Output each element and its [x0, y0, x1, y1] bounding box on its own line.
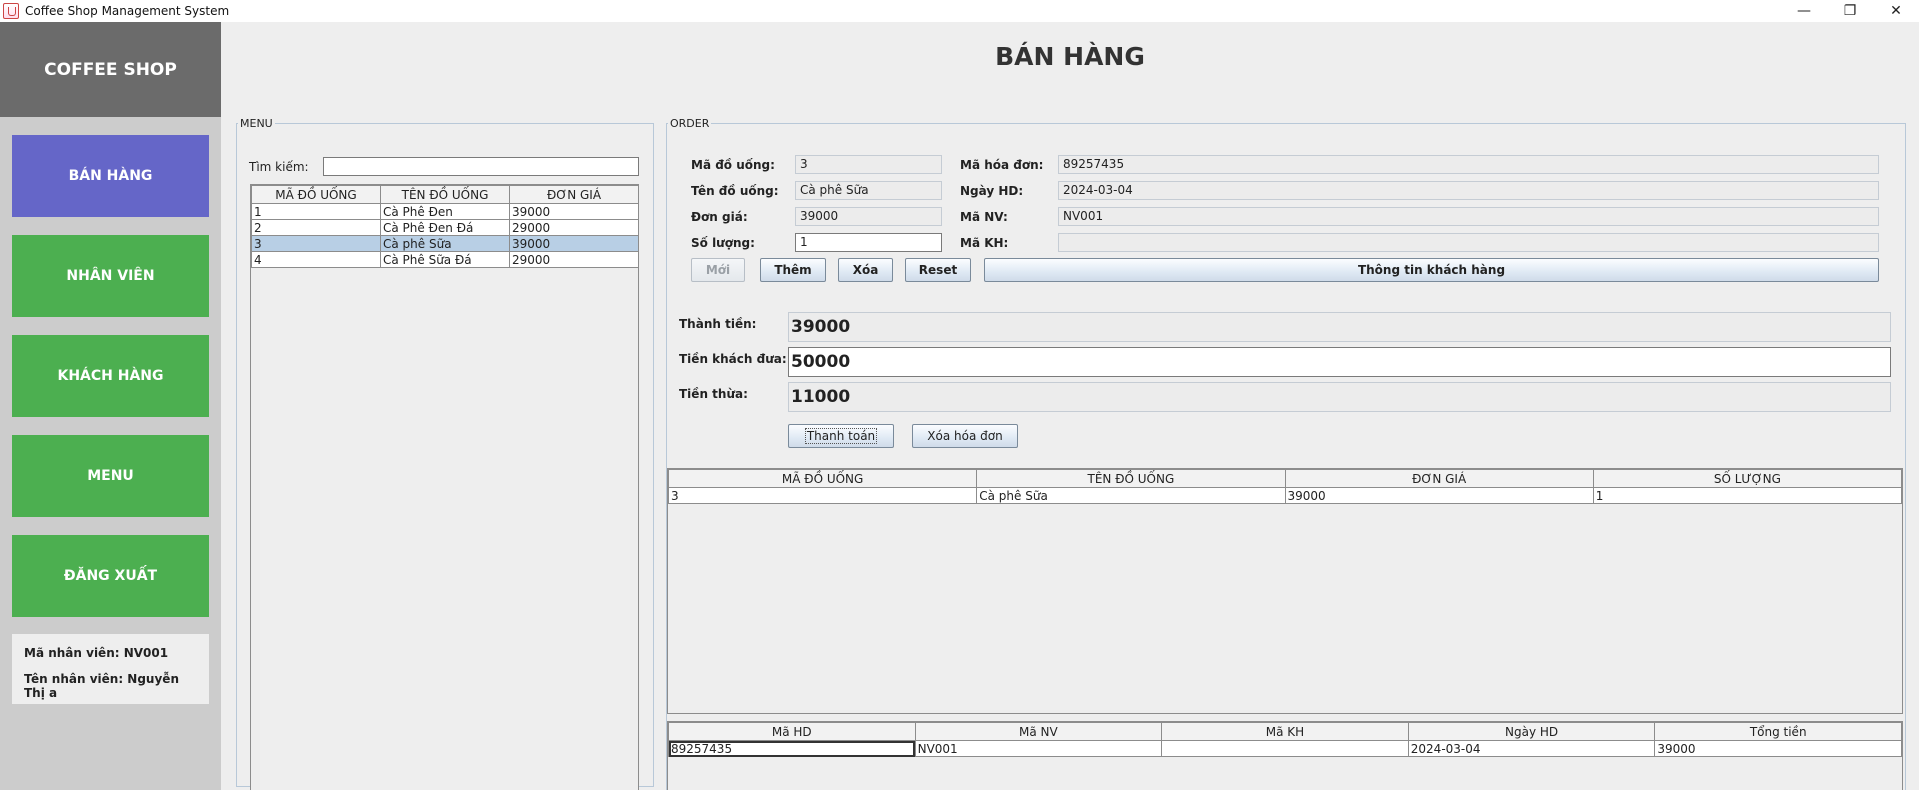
table-row-selected[interactable]: 3 Cà phê Sữa 39000 — [251, 235, 639, 252]
employee-id: Mã nhân viên: NV001 — [24, 646, 169, 660]
invoice-col-ma-hd[interactable]: Mã HD — [668, 722, 916, 741]
thong-tin-khach-hang-button[interactable]: Thông tin khách hàng — [984, 258, 1879, 282]
java-app-icon — [3, 3, 19, 19]
invoice-col-ma-nv[interactable]: Mã NV — [914, 722, 1163, 741]
invoice-table: Mã HD Mã NV Mã KH Ngày HD Tổng tiền 8925… — [667, 721, 1903, 790]
thanh-tien-field[interactable]: 39000 — [788, 312, 1891, 342]
table-row[interactable]: 4 Cà Phê Sữa Đá 29000 — [251, 251, 639, 268]
table-row[interactable]: 1 Cà Phê Đen 39000 — [251, 203, 639, 220]
ma-hoa-don-label: Mã hóa đơn: — [960, 158, 1044, 172]
don-gia-field[interactable]: 39000 — [795, 207, 942, 226]
moi-button[interactable]: Mới — [691, 258, 745, 282]
thanh-toan-button[interactable]: Thanh toán — [788, 424, 894, 448]
xoa-button[interactable]: Xóa — [838, 258, 893, 282]
ma-kh-label: Mã KH: — [960, 236, 1009, 250]
nav-dang-xuat-button[interactable]: ĐĂNG XUẤT — [12, 535, 209, 617]
invoice-col-tong-tien[interactable]: Tổng tiền — [1654, 722, 1902, 741]
window-controls: — ❐ ✕ — [1781, 0, 1919, 22]
table-row[interactable]: 2 Cà Phê Đen Đá 29000 — [251, 219, 639, 236]
tien-khach-dua-input[interactable]: 50000 — [788, 347, 1891, 377]
them-button[interactable]: Thêm — [760, 258, 826, 282]
employee-info-panel: Mã nhân viên: NV001 Tên nhân viên: Nguyễ… — [12, 634, 209, 704]
thanh-toan-label: Thanh toán — [804, 428, 878, 444]
menu-panel: MENU Tìm kiếm: MÃ ĐỒ UỐNG TÊN ĐỒ UỐNG ĐƠ… — [236, 117, 654, 790]
ma-do-uong-label: Mã đồ uống: — [691, 158, 775, 172]
minimize-icon[interactable]: — — [1781, 0, 1827, 22]
restore-icon[interactable]: ❐ — [1827, 0, 1873, 22]
ma-nv-label: Mã NV: — [960, 210, 1008, 224]
thanh-tien-label: Thành tiền: — [679, 317, 757, 331]
ma-nv-field[interactable]: NV001 — [1058, 207, 1879, 226]
search-label: Tìm kiếm: — [249, 160, 309, 174]
detail-col-gia[interactable]: ĐƠN GIÁ — [1284, 469, 1594, 488]
ten-do-uong-field[interactable]: Cà phê Sữa — [795, 181, 942, 200]
invoice-col-ma-kh[interactable]: Mã KH — [1161, 722, 1409, 741]
ten-do-uong-label: Tên đồ uống: — [691, 184, 779, 198]
brand-title: COFFEE SHOP — [0, 22, 221, 117]
order-legend: ORDER — [670, 117, 710, 130]
ma-hoa-don-field[interactable]: 89257435 — [1058, 155, 1879, 174]
ma-do-uong-field[interactable]: 3 — [795, 155, 942, 174]
nav-nhan-vien-button[interactable]: NHÂN VIÊN — [12, 235, 209, 317]
tien-thua-field[interactable]: 11000 — [788, 382, 1891, 412]
menu-legend: MENU — [240, 117, 273, 130]
detail-col-ten[interactable]: TÊN ĐỒ UỐNG — [976, 469, 1286, 488]
employee-name: Tên nhân viên: Nguyễn Thị a — [24, 672, 179, 700]
ma-kh-field[interactable] — [1058, 233, 1879, 252]
reset-button[interactable]: Reset — [905, 258, 971, 282]
table-row[interactable]: 89257435 NV001 2024-03-04 39000 — [668, 740, 1902, 757]
ngay-hd-label: Ngày HD: — [960, 184, 1024, 198]
search-input[interactable] — [323, 157, 639, 176]
invoice-col-ngay-hd[interactable]: Ngày HD — [1407, 722, 1656, 741]
tien-thua-label: Tiền thừa: — [679, 387, 748, 401]
window-titlebar: Coffee Shop Management System — ❐ ✕ — [0, 0, 1919, 22]
menu-col-ma[interactable]: MÃ ĐỒ UỐNG — [251, 185, 381, 204]
so-luong-input[interactable]: 1 — [795, 233, 942, 252]
nav-ban-hang-button[interactable]: BÁN HÀNG — [12, 135, 209, 217]
menu-table: MÃ ĐỒ UỐNG TÊN ĐỒ UỐNG ĐƠN GIÁ 1 Cà Phê Đ… — [250, 184, 639, 790]
nav-menu-button[interactable]: MENU — [12, 435, 209, 517]
xoa-hoa-don-button[interactable]: Xóa hóa đơn — [912, 424, 1018, 448]
menu-col-ten[interactable]: TÊN ĐỒ UỐNG — [380, 185, 510, 204]
menu-col-gia[interactable]: ĐƠN GIÁ — [509, 185, 639, 204]
close-icon[interactable]: ✕ — [1873, 0, 1919, 22]
order-panel: ORDER Mã đồ uống: 3 Tên đồ uống: Cà phê … — [666, 117, 1906, 790]
tien-khach-dua-label: Tiền khách đưa: — [679, 352, 787, 366]
detail-col-so-luong[interactable]: SỐ LƯỢNG — [1592, 469, 1903, 488]
sidebar: COFFEE SHOP BÁN HÀNG NHÂN VIÊN KHÁCH HÀN… — [0, 22, 221, 790]
order-detail-table: MÃ ĐỒ UỐNG TÊN ĐỒ UỐNG ĐƠN GIÁ SỐ LƯỢNG … — [667, 468, 1903, 714]
ngay-hd-field[interactable]: 2024-03-04 — [1058, 181, 1879, 200]
so-luong-label: Số lượng: — [691, 236, 755, 250]
detail-col-ma[interactable]: MÃ ĐỒ UỐNG — [667, 469, 978, 488]
don-gia-label: Đơn giá: — [691, 210, 748, 224]
window-title: Coffee Shop Management System — [25, 4, 230, 18]
page-title: BÁN HÀNG — [995, 42, 1145, 71]
nav-khach-hang-button[interactable]: KHÁCH HÀNG — [12, 335, 209, 417]
table-row[interactable]: 3 Cà phê Sữa 39000 1 — [667, 487, 1903, 504]
